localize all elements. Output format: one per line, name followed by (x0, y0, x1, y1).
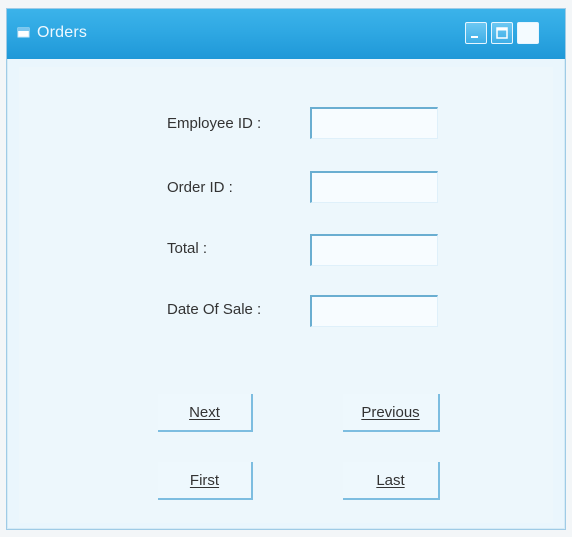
close-button[interactable] (517, 22, 539, 44)
form-area: Employee ID : Order ID : Total : Date Of… (19, 67, 553, 523)
orders-window: Orders Employee ID : Order ID : Total : … (6, 8, 566, 530)
previous-button[interactable]: Previous (343, 394, 440, 432)
total-field[interactable] (310, 234, 438, 266)
order-id-label: Order ID : (167, 179, 233, 196)
maximize-button[interactable] (491, 22, 513, 44)
last-button[interactable]: Last (343, 462, 440, 500)
date-of-sale-field[interactable] (310, 295, 438, 327)
minimize-icon (471, 36, 478, 38)
date-of-sale-label: Date Of Sale : (167, 301, 262, 318)
employee-id-field[interactable] (310, 107, 438, 139)
minimize-button[interactable] (465, 22, 487, 44)
next-button[interactable]: Next (158, 394, 253, 432)
form-icon (17, 25, 31, 39)
maximize-icon (496, 27, 508, 39)
first-button[interactable]: First (158, 462, 253, 500)
total-label: Total : (167, 240, 208, 257)
window-title: Orders (37, 24, 88, 41)
title-bar[interactable]: Orders (7, 9, 565, 59)
close-icon (521, 26, 535, 40)
order-id-field[interactable] (310, 171, 438, 203)
employee-id-label: Employee ID : (167, 115, 262, 132)
